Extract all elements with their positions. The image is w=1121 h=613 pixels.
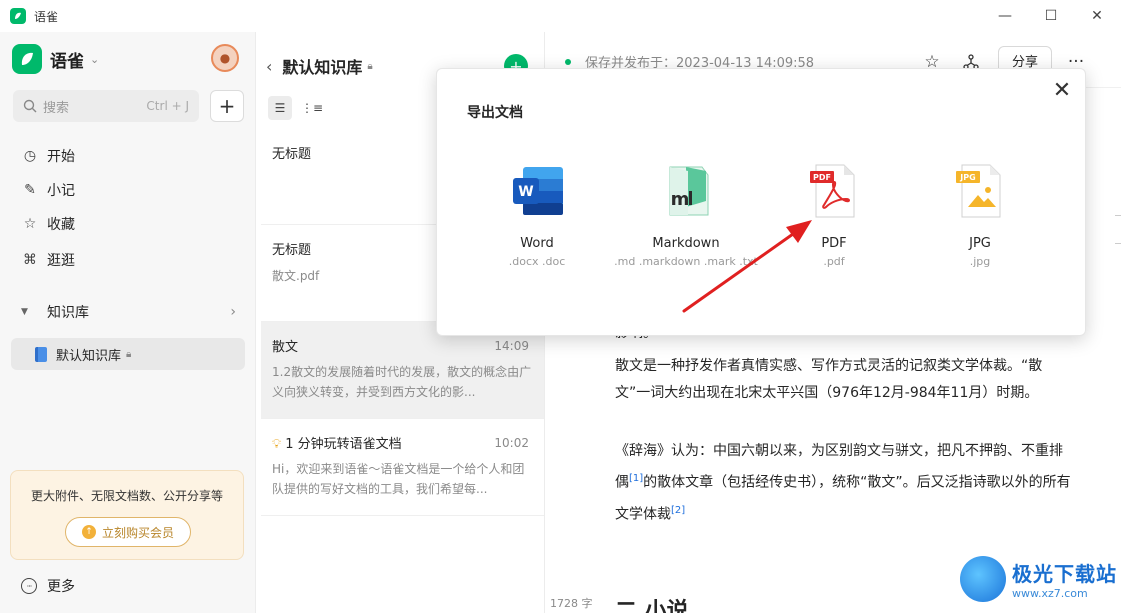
pdf-icon: PDF (804, 161, 864, 221)
svg-text:m: m (671, 189, 690, 210)
jpg-icon: JPG (950, 161, 1010, 221)
doc-title: 无标题 (272, 147, 312, 162)
format-ext: .jpg (969, 255, 991, 268)
close-window-button[interactable]: ✕ (1074, 0, 1120, 32)
membership-promo: 更大附件、无限文档数、公开分享等 ↑ 立刻购买会员 (10, 470, 244, 560)
watermark: 极光下载站 www.xz7.com (960, 556, 1117, 602)
format-ext: .md .markdown .mark .txt (614, 255, 758, 268)
lock-icon: 🔒︎ (367, 60, 373, 72)
footnote-ref-2[interactable]: [2] (671, 505, 685, 516)
chevron-down-icon: ⌄ (90, 52, 100, 66)
app-logo-icon (10, 8, 26, 24)
nav-item-explore[interactable]: ⌘ 逛逛 (21, 248, 75, 272)
book-icon (35, 346, 47, 362)
feather-icon: ✎ (24, 182, 36, 198)
brand-switcher[interactable]: 语雀 ⌄ (12, 44, 99, 74)
footnote-ref-1[interactable]: [1] (629, 473, 643, 484)
nav-item-favorites[interactable]: ☆ 收藏 (21, 212, 75, 236)
nav-label: 开始 (47, 149, 75, 165)
export-pdf-option[interactable]: PDF PDF .pdf (759, 161, 909, 268)
window-title: 语雀 (34, 9, 59, 24)
word-count: 1728 字 (550, 597, 593, 610)
knowledge-base-item-default[interactable]: 默认知识库 🔒︎ (11, 338, 245, 370)
more-label: 更多 (47, 579, 75, 595)
export-jpg-option[interactable]: JPG JPG .jpg (905, 161, 1055, 268)
knowledge-base-label: 默认知识库 (56, 348, 122, 364)
tree-view-icon[interactable]: ⋮≡ (300, 96, 324, 120)
search-shortcut: Ctrl + J (146, 99, 189, 113)
format-name: JPG (969, 236, 991, 251)
minimize-button[interactable]: — (982, 0, 1028, 32)
add-button[interactable]: + (210, 90, 244, 122)
search-icon (23, 99, 37, 113)
outline-marker (1115, 215, 1121, 216)
nav-item-notes[interactable]: ✎ 小记 (21, 178, 75, 202)
buy-membership-label: 立刻购买会员 (101, 525, 174, 540)
upgrade-icon: ↑ (81, 525, 96, 539)
more-button[interactable]: ··· 更多 (21, 576, 75, 596)
doclist-header: ‹ 默认知识库 🔒︎ (266, 54, 373, 78)
lightbulb-icon: 💡︎ (272, 437, 282, 452)
maximize-button[interactable]: ☐ (1028, 0, 1074, 32)
knowledge-base-header: 知识库 (47, 305, 89, 321)
doc-summary: 1.2散文的发展随着时代的发展，散文的概念由广义向狭义转变，并受到西方文化的影.… (272, 365, 532, 399)
list-item[interactable]: 💡︎ 1 分钟玩转语雀文档 10:02 Hi，欢迎来到语雀～语雀文档是一个给个人… (261, 419, 544, 516)
knowledge-base-section[interactable]: ▼ 知识库 › (21, 302, 236, 322)
promo-text: 更大附件、无限文档数、公开分享等 (30, 489, 223, 503)
search-placeholder: 搜索 (43, 100, 70, 116)
nav-item-start[interactable]: ◷ 开始 (21, 144, 75, 168)
format-ext: .docx .doc (508, 255, 566, 268)
watermark-logo-icon (960, 556, 1006, 602)
doc-title: 1 分钟玩转语雀文档 (285, 437, 402, 452)
svg-text:JPG: JPG (959, 173, 975, 182)
doc-title-with-bulb: 💡︎ 1 分钟玩转语雀文档 (272, 433, 402, 452)
search-input[interactable]: 搜索 Ctrl + J (13, 90, 199, 122)
format-ext: .pdf (823, 255, 845, 268)
format-name: Word (520, 236, 554, 251)
title-bar: 语雀 — ☐ ✕ (0, 0, 1121, 32)
watermark-url: www.xz7.com (1012, 587, 1088, 600)
doc-summary: Hi，欢迎来到语雀～语雀文档是一个给个人和团队提供的写好文档的工具，我们希望每.… (272, 462, 525, 496)
grid-icon: ⌘ (23, 252, 37, 268)
list-view-icon[interactable]: ☰ (268, 96, 292, 120)
svg-text:W: W (518, 184, 533, 200)
list-item[interactable]: 散文 14:09 1.2散文的发展随着时代的发展，散文的概念由广义向狭义转变，并… (261, 322, 544, 419)
yuque-logo-icon (12, 44, 42, 74)
brand-name: 语雀 (50, 51, 84, 72)
back-arrow-icon[interactable]: ‹ (266, 57, 272, 76)
nav-label: 逛逛 (47, 253, 75, 269)
buy-membership-button[interactable]: ↑ 立刻购买会员 (65, 517, 191, 547)
doc-title: 散文 (272, 340, 299, 355)
nav-label: 收藏 (47, 217, 75, 233)
dialog-title: 导出文档 (467, 105, 523, 121)
close-icon[interactable]: ✕ (1049, 77, 1075, 103)
svg-text:PDF: PDF (813, 173, 831, 182)
format-name: PDF (821, 236, 847, 251)
nav-label: 小记 (47, 183, 75, 199)
export-dialog: 导出文档 ✕ W Word .docx .doc m Markdown .md … (436, 68, 1086, 336)
markdown-icon: m (656, 161, 716, 221)
more-icon: ··· (21, 578, 37, 594)
lock-icon: 🔒︎ (126, 348, 132, 360)
section-heading: 二 小说 (615, 599, 689, 613)
chevron-right-icon[interactable]: › (230, 304, 236, 320)
clock-icon: ◷ (23, 148, 37, 164)
word-icon: W (507, 161, 567, 221)
paragraph-2: 《辞海》认为：中国六朝以来，为区别韵文与骈文，把凡不押韵、不重排偶[1]的散体文… (615, 438, 1075, 528)
export-markdown-option[interactable]: m Markdown .md .markdown .mark .txt (611, 161, 761, 268)
export-word-option[interactable]: W Word .docx .doc (462, 161, 612, 268)
format-name: Markdown (652, 236, 720, 251)
watermark-name: 极光下载站 (1012, 562, 1117, 586)
doc-time: 10:02 (494, 436, 529, 450)
doc-title: 无标题 (272, 243, 312, 258)
star-icon: ☆ (23, 216, 37, 232)
paragraph-1: 散文是一种抒发作者真情实感、写作方式灵活的记叙类文学体裁。“散文”一词大约出现在… (615, 358, 1043, 401)
caret-down-icon: ▼ (21, 307, 28, 317)
sidebar: 语雀 ⌄ ● 搜索 Ctrl + J + ◷ 开始 ✎ 小记 ☆ 收藏 ⌘ 逛逛… (0, 32, 256, 613)
status-dot (565, 58, 571, 65)
outline-marker (1115, 243, 1121, 244)
doc-time: 14:09 (494, 339, 529, 353)
avatar[interactable]: ● (211, 44, 239, 72)
doclist-title: 默认知识库 (282, 58, 363, 77)
